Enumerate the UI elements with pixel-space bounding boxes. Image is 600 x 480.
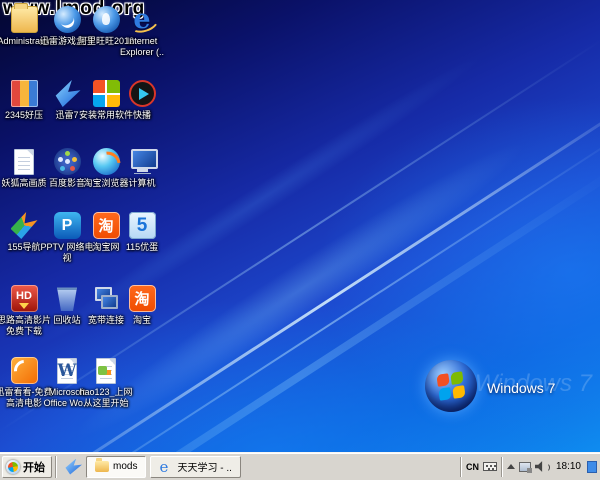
desktop-icon-qvod[interactable]: 快播 <box>121 80 163 121</box>
icon-label: 淘宝 <box>112 315 172 326</box>
taobao-icon <box>93 212 120 239</box>
task-button-label: mods <box>113 461 137 472</box>
icon-label: 115优蛋 <box>112 242 172 253</box>
computer-icon <box>129 148 156 175</box>
desktop-icon-hao123[interactable]: hao123_上网 从这里开始 <box>85 357 127 409</box>
desktop-icon-internet-explorer[interactable]: Internet Explorer (.. <box>121 6 163 58</box>
text-document-icon <box>14 149 34 175</box>
xunlei-bird-icon[interactable] <box>64 459 82 475</box>
qvod-player-icon <box>129 80 156 107</box>
input-keyboard-icon[interactable] <box>483 462 497 471</box>
baidu-player-icon <box>54 148 81 175</box>
recycle-bin-icon <box>57 286 77 311</box>
start-flag-icon <box>6 460 20 474</box>
windows-flag-icon <box>436 371 465 400</box>
taskbar-separator <box>55 456 57 478</box>
word-icon <box>57 358 77 384</box>
internet-explorer-icon <box>159 459 173 475</box>
tray-separator <box>460 457 462 477</box>
desktop-icon-pptv[interactable]: PPTV 网络电 视 <box>46 212 88 264</box>
taskbar-button-mods[interactable]: mods <box>86 456 146 478</box>
show-hidden-icons-chevron[interactable] <box>507 464 515 469</box>
broadband-icon <box>93 285 120 312</box>
windows7-branding: Windows 7 Windows 7 <box>407 348 592 428</box>
icon-label: 快播 <box>112 110 172 121</box>
system-tray: CN 18:10 <box>460 453 600 480</box>
windows7-title: Windows 7 <box>487 380 555 396</box>
nav-bird-icon <box>11 212 38 239</box>
user-folder-icon <box>11 6 38 33</box>
hd-movies-icon <box>11 285 38 312</box>
internet-explorer-icon <box>129 6 156 33</box>
taskbar-button-browser[interactable]: 天天学习 - .. <box>150 456 240 478</box>
start-label: 开始 <box>23 459 45 475</box>
language-indicator[interactable]: CN <box>466 462 479 472</box>
taobao-browser-icon <box>93 148 120 175</box>
start-button[interactable]: 开始 <box>2 456 52 478</box>
icon-label: hao123_上网 从这里开始 <box>76 387 136 409</box>
clock[interactable]: 18:10 <box>554 461 583 472</box>
haozip-icon <box>11 80 38 107</box>
task-button-label: 天天学习 - .. <box>177 459 231 474</box>
pptv-icon <box>54 212 81 239</box>
115-udan-icon <box>129 212 156 239</box>
show-desktop-button[interactable] <box>587 461 597 473</box>
taskbar: 开始 mods 天天学习 - .. CN 18:10 <box>0 452 600 480</box>
desktop-icon-taobao[interactable]: 淘宝 <box>121 285 163 326</box>
folder-icon <box>95 461 109 472</box>
network-icon[interactable] <box>519 462 531 472</box>
xunlei-game-box-icon <box>54 6 81 33</box>
taobao-icon <box>129 285 156 312</box>
icon-label: 计算机 <box>112 178 172 189</box>
software-installer-icon <box>93 80 120 107</box>
desktop-icon-computer[interactable]: 计算机 <box>121 148 163 189</box>
windows-orb-logo <box>425 360 477 412</box>
volume-icon[interactable] <box>535 460 550 474</box>
desktop-screen: www.lmod.org Administrator 迅雷游戏盒子 阿里旺旺20… <box>0 0 600 480</box>
tray-separator <box>501 457 503 477</box>
xunlei7-bird-icon <box>54 80 81 107</box>
icon-label: Internet Explorer (.. <box>112 36 172 58</box>
xunlei-kankan-icon <box>11 357 38 384</box>
desktop-icon-115-udan[interactable]: 115优蛋 <box>121 212 163 253</box>
aliwangwang-icon <box>93 6 120 33</box>
hao123-icon <box>96 358 116 384</box>
desktop-icon-hd-movies[interactable]: 思路高清影片 免费下载 <box>3 285 45 337</box>
